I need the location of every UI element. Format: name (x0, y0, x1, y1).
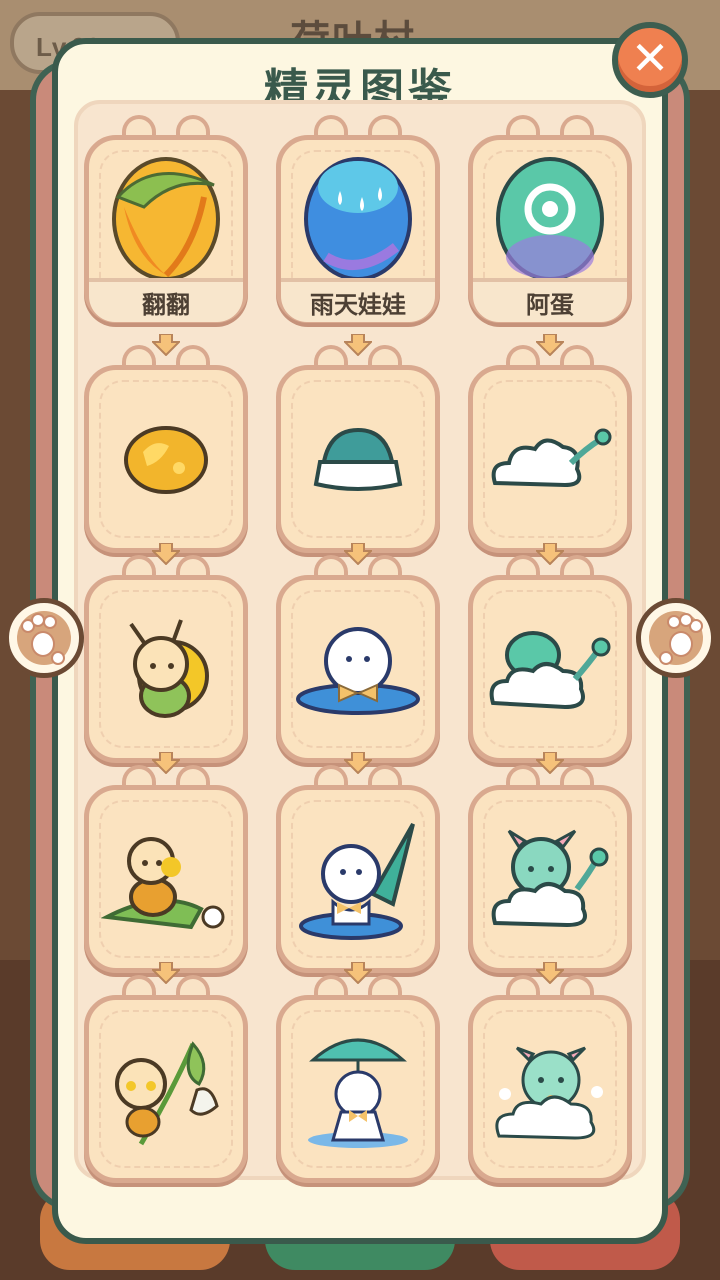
close-button[interactable]: ✕ (612, 22, 688, 98)
spirit-card-fanfan-stage3[interactable] (84, 555, 248, 767)
spirit-card-fanfan-stage2[interactable] (84, 345, 248, 557)
horned-cloud-icon (491, 829, 609, 928)
bow-ghost-icon (296, 627, 420, 715)
prev-page-button[interactable] (4, 598, 84, 678)
spirit-card-adan-stage4[interactable] (468, 765, 632, 977)
owl-cloud-icon (489, 631, 611, 710)
fluffy-cloud-beast-icon (495, 1046, 603, 1140)
spirit-name: 雨天娃娃 (281, 278, 435, 322)
ghost-umbrella-icon (299, 823, 415, 940)
bee-with-lily-icon (115, 1041, 219, 1146)
spirit-card-adan-egg[interactable]: 阿蛋 (468, 115, 632, 327)
spirit-card-rain-doll-stage5[interactable] (276, 975, 440, 1187)
spirit-card-fanfan-stage5[interactable] (84, 975, 248, 1187)
close-icon: ✕ (630, 32, 670, 84)
spirit-card-rain-doll-stage2[interactable] (276, 345, 440, 557)
spirit-card-fanfan-egg[interactable]: 翻翻 (84, 115, 248, 327)
spirit-card-adan-stage5[interactable] (468, 975, 632, 1187)
paw-left-icon (17, 611, 71, 665)
paw-right-icon (649, 611, 703, 665)
bee-on-leaf-icon (101, 837, 225, 930)
bee-sprout-icon (129, 619, 209, 718)
spirit-card-rain-doll-stage4[interactable] (276, 765, 440, 977)
jelly-dome-icon (313, 427, 403, 491)
spirit-card-rain-doll-stage3[interactable] (276, 555, 440, 767)
rain-egg-icon (304, 157, 412, 281)
spirit-card-rain-doll-egg[interactable]: 雨天娃娃 (276, 115, 440, 327)
next-page-button[interactable] (636, 598, 716, 678)
spirit-card-fanfan-stage4[interactable] (84, 765, 248, 977)
umbrella-ghost-icon (308, 1038, 408, 1148)
cloud-wisp-icon (491, 428, 612, 488)
spirit-name: 翻翻 (89, 278, 243, 322)
spirit-name: 阿蛋 (473, 278, 627, 322)
swirl-egg-icon (496, 157, 604, 281)
spirit-card-adan-stage2[interactable] (468, 345, 632, 557)
golden-seed-icon (124, 426, 208, 494)
leaf-egg-icon (112, 157, 220, 281)
spirit-card-adan-stage3[interactable] (468, 555, 632, 767)
